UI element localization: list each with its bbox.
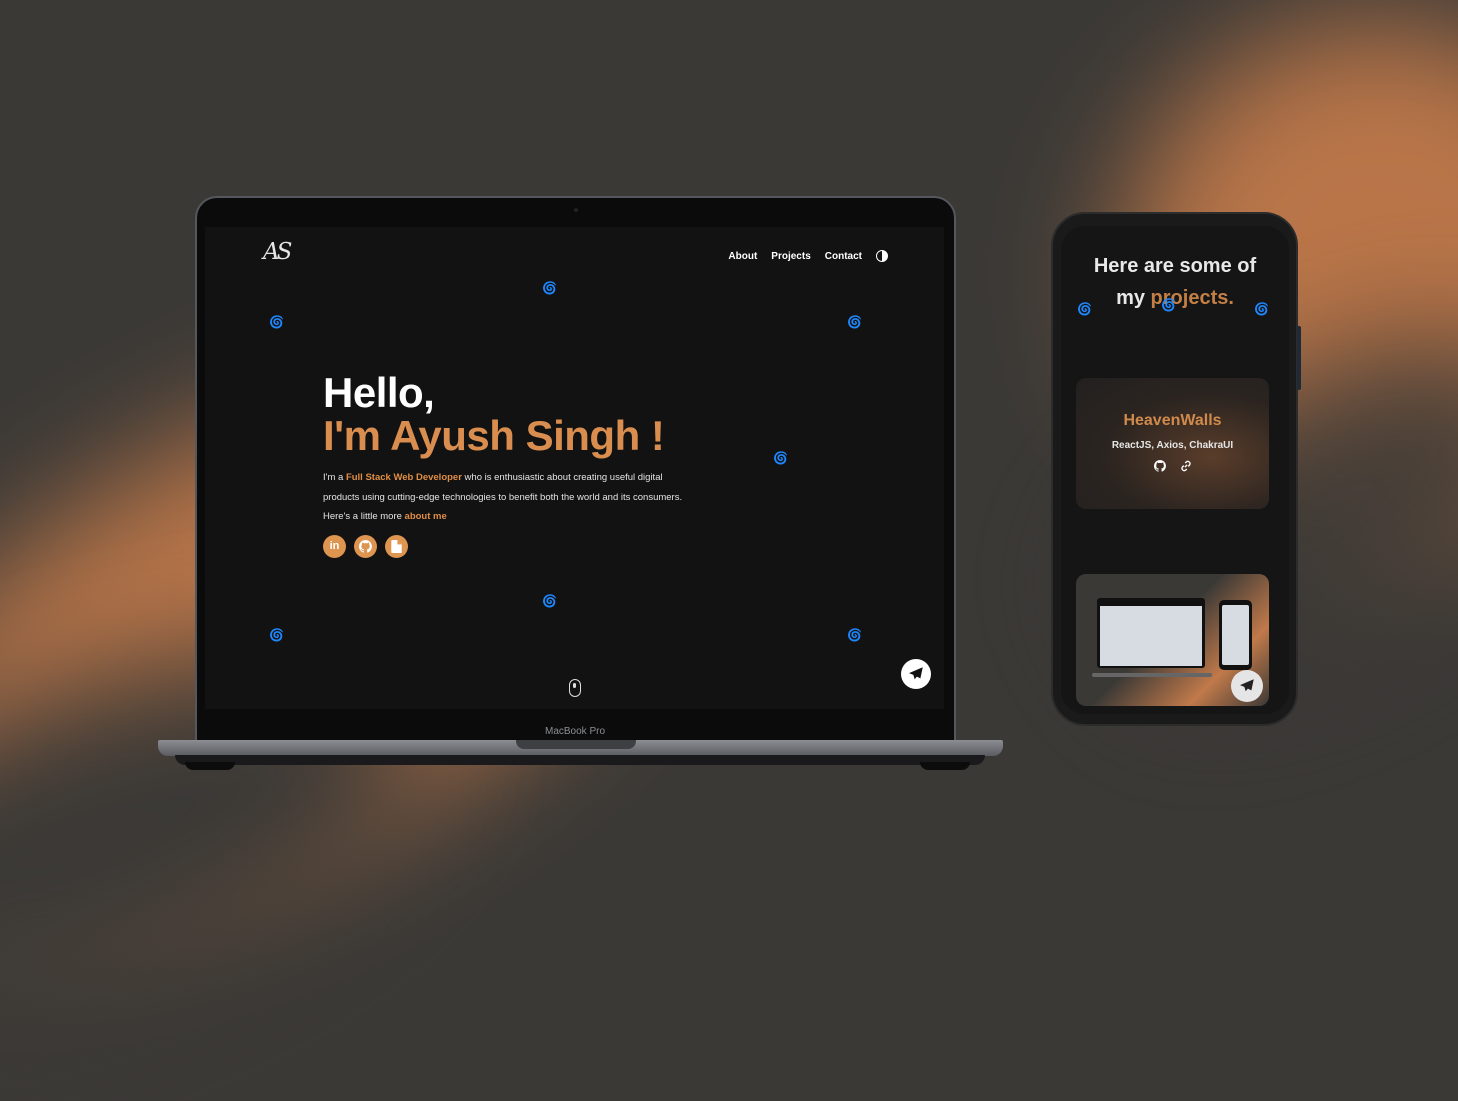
nav-about[interactable]: About bbox=[728, 251, 757, 262]
laptop-foot bbox=[920, 762, 970, 770]
project-links bbox=[1076, 460, 1269, 475]
swirl-icon: 🌀 bbox=[1254, 302, 1269, 316]
phone-screen: Here are some of my projects. 🌀 🌀 🌀 Heav… bbox=[1061, 226, 1289, 714]
swirl-icon: 🌀 bbox=[847, 628, 862, 642]
hero-name: I'm Ayush Singh ! bbox=[323, 412, 665, 459]
about-me-link[interactable]: about me bbox=[405, 511, 447, 522]
scroll-mouse-icon bbox=[569, 679, 581, 697]
swirl-icon: 🌀 bbox=[1077, 302, 1092, 316]
desc-role: Full Stack Web Developer bbox=[345, 472, 462, 484]
project-card-preview[interactable] bbox=[1076, 574, 1269, 706]
site-logo[interactable]: AS bbox=[263, 239, 292, 265]
swirl-icon: 🌀 bbox=[1161, 298, 1176, 312]
swirl-icon: 🌀 bbox=[269, 628, 284, 642]
paper-plane-icon bbox=[1240, 679, 1254, 692]
swirl-icon: 🌀 bbox=[269, 315, 284, 329]
preview-laptop-base bbox=[1092, 673, 1212, 677]
link-icon[interactable] bbox=[1180, 460, 1192, 475]
laptop-hinge-notch bbox=[516, 740, 636, 749]
preview-laptop bbox=[1097, 598, 1205, 668]
paper-plane-icon bbox=[909, 667, 923, 680]
hero-greeting: Hello, bbox=[323, 369, 435, 416]
preview-phone bbox=[1219, 600, 1252, 670]
send-message-button[interactable] bbox=[1231, 670, 1263, 702]
laptop-screen: AS About Projects Contact 🌀 🌀 🌀 🌀 🌀 🌀 🌀 … bbox=[205, 227, 944, 709]
resume-icon[interactable] bbox=[385, 534, 408, 558]
hero-section: Hello, I'm Ayush Singh ! I'm a Full Stac… bbox=[323, 372, 743, 558]
swirl-icon: 🌀 bbox=[542, 594, 557, 608]
theme-toggle-icon[interactable] bbox=[876, 250, 888, 262]
hero-description: I'm a Full Stack Web Developer who is en… bbox=[323, 468, 695, 527]
swirl-icon: 🌀 bbox=[847, 315, 862, 329]
laptop-foot bbox=[185, 762, 235, 770]
project-stack: ReactJS, Axios, ChakraUI bbox=[1111, 440, 1234, 451]
project-card-heavenwalls[interactable]: HeavenWalls ReactJS, Axios, ChakraUI bbox=[1076, 378, 1269, 509]
social-links: in bbox=[323, 534, 743, 558]
laptop-base-bottom bbox=[175, 755, 985, 765]
laptop-camera bbox=[574, 208, 578, 212]
github-icon[interactable] bbox=[1153, 460, 1166, 475]
nav-contact[interactable]: Contact bbox=[825, 251, 862, 262]
laptop-brand-label: MacBook Pro bbox=[544, 726, 606, 737]
heading-my: my bbox=[1116, 287, 1151, 309]
desc-prefix: I'm a bbox=[323, 472, 346, 484]
github-icon[interactable] bbox=[354, 534, 377, 558]
swirl-icon: 🌀 bbox=[773, 451, 788, 465]
linkedin-icon[interactable]: in bbox=[323, 534, 346, 558]
send-message-button[interactable] bbox=[901, 659, 931, 689]
nav-projects[interactable]: Projects bbox=[771, 251, 810, 262]
phone-side-button bbox=[1297, 326, 1301, 390]
heading-line1: Here are some of bbox=[1093, 255, 1257, 277]
project-title: HeavenWalls bbox=[1123, 412, 1222, 429]
swirl-icon: 🌀 bbox=[542, 281, 557, 295]
site-nav: About Projects Contact bbox=[728, 250, 888, 262]
